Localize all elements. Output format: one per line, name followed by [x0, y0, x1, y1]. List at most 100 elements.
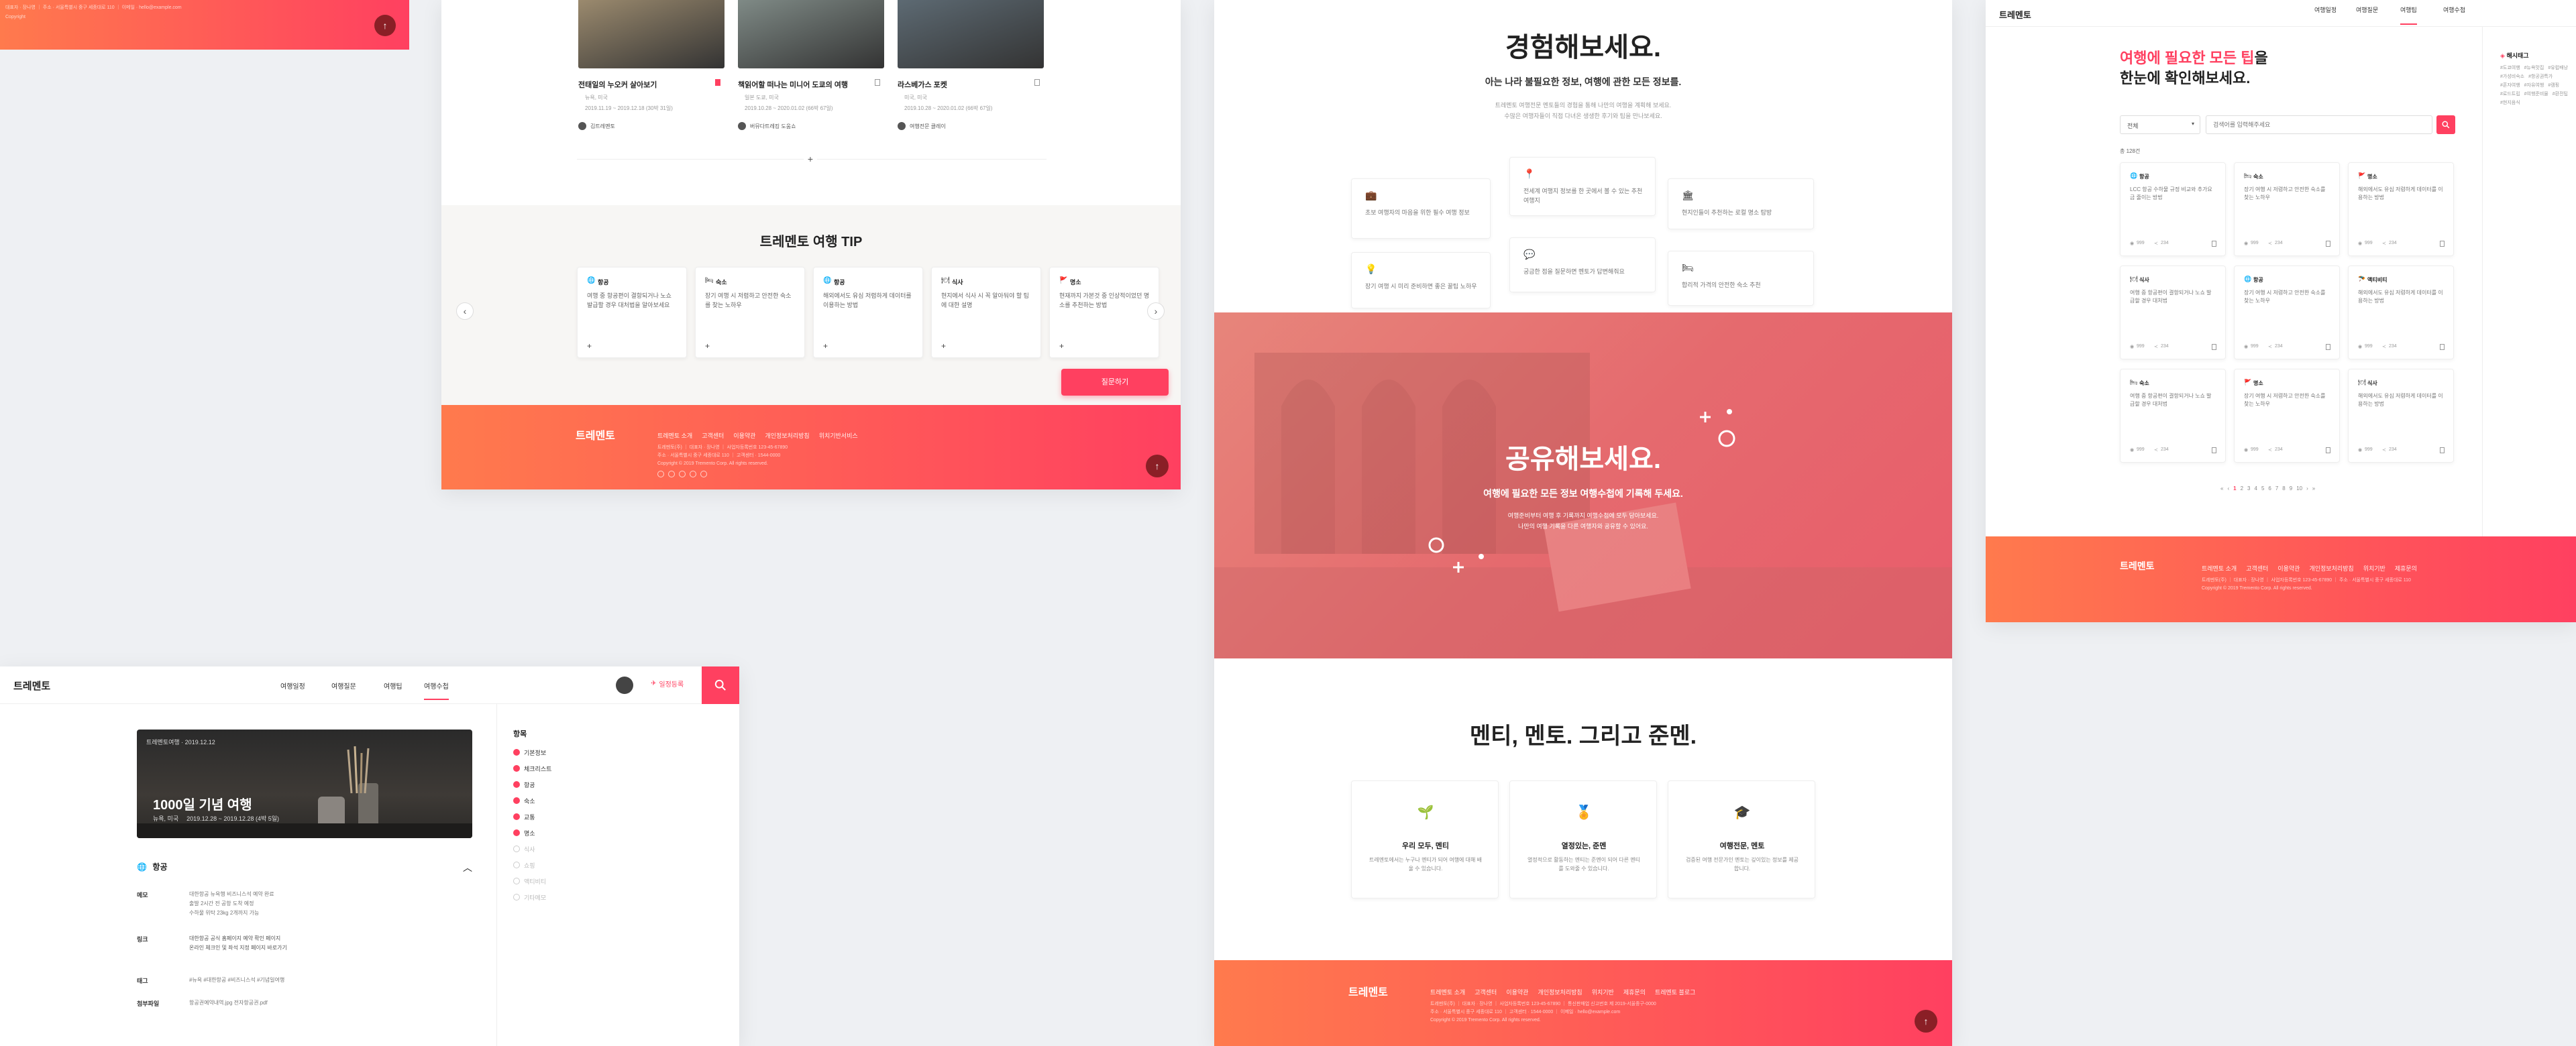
tip-card[interactable]: 🚩 명소 해외에서도 유심 저렴하게 데이터를 이용하는 방법 ◉ 999 ≺ 234	[2348, 162, 2454, 256]
toc-item[interactable]: 교통	[513, 809, 551, 825]
pagination-item[interactable]: ›	[2306, 485, 2308, 491]
hashtag-link[interactable]: #항공권특가	[2528, 73, 2553, 80]
toc-item[interactable]: 기본정보	[513, 744, 551, 760]
bookmark-icon[interactable]	[2440, 241, 2445, 247]
nav-item[interactable]: 여행수첩	[424, 681, 449, 700]
footer-link[interactable]: 이용약관	[1506, 989, 1528, 996]
question-cta-button[interactable]: 질문하기	[1061, 369, 1169, 396]
scroll-top-button[interactable]: ↑	[374, 15, 396, 36]
hashtag-link[interactable]: #도쿄여행	[2500, 64, 2520, 71]
pagination-item[interactable]: 6	[2268, 485, 2271, 491]
tip-card[interactable]: 🌐 항공 여행 중 항공편이 결항되거나 노쇼 발급할 경우 대처법을 알아보세요 +	[577, 267, 687, 358]
tip-next-button[interactable]: ›	[1147, 302, 1165, 320]
trip-author[interactable]: 버뮤다트레킹 도움쇼	[750, 123, 796, 130]
bookmark-icon[interactable]	[1034, 79, 1040, 86]
bookmark-icon[interactable]	[2440, 344, 2445, 350]
toc-item[interactable]: 숙소	[513, 793, 551, 809]
write-schedule-button[interactable]: ✈ 일정등록	[651, 679, 684, 689]
facebook-icon[interactable]	[657, 471, 664, 477]
toc-item[interactable]: 쇼핑	[513, 857, 551, 873]
footer-link[interactable]: 고객센터	[1474, 989, 1497, 996]
trip-author[interactable]: 김트레멘토	[590, 123, 615, 130]
bookmark-icon[interactable]	[2326, 241, 2330, 247]
instagram-icon[interactable]	[668, 471, 675, 477]
plus-icon[interactable]: +	[587, 341, 592, 351]
trip-title[interactable]: 전태일의 누오커 살아보기	[578, 79, 706, 90]
pagination-item[interactable]: 4	[2254, 485, 2257, 491]
tip-card[interactable]: 🚩 명소 장기 여행 시 저렴하고 안전한 숙소를 찾는 노하우 ◉ 999 ≺ 234	[2234, 369, 2340, 463]
toc-item[interactable]: 명소	[513, 825, 551, 841]
nav-item[interactable]: 여행팁	[2400, 5, 2417, 25]
bookmark-icon[interactable]	[2326, 344, 2330, 350]
detail-value[interactable]: 온라인 체크인 및 좌석 지정 페이지 바로가기	[189, 944, 287, 951]
trip-photo[interactable]	[738, 0, 884, 68]
footer-link[interactable]: 위치기반	[1592, 989, 1614, 996]
bookmark-icon[interactable]	[2212, 241, 2216, 247]
load-more-button[interactable]: +	[804, 152, 817, 166]
nav-item[interactable]: 여행질문	[331, 681, 356, 691]
tip-card[interactable]: 🍽 식사 해외에서도 유심 저렴하게 데이터를 이용하는 방법 ◉ 999 ≺ 234	[2348, 369, 2454, 463]
plus-icon[interactable]: +	[823, 341, 828, 351]
pagination-item[interactable]: ‹	[2227, 485, 2229, 491]
tip-card[interactable]: 🍽 식사 여행 중 항공편이 결항되거나 노쇼 발급할 경우 대처법 ◉ 999 ≺ 234	[2120, 266, 2226, 359]
bookmark-icon[interactable]	[715, 79, 720, 86]
detail-value[interactable]: 대한항공 공식 홈페이지 예약 확인 페이지	[189, 935, 280, 942]
tip-card[interactable]: 🚩 명소 현재까지 가본것 중 인상적이었던 명소를 추천하는 방법 +	[1049, 267, 1159, 358]
tip-card[interactable]: 🛏 숙소 장기 여행 시 저렴하고 안전한 숙소를 찾는 노하우 +	[695, 267, 805, 358]
toc-item[interactable]: 식사	[513, 841, 551, 857]
hashtag-link[interactable]: #로드트립	[2500, 91, 2520, 97]
bookmark-icon[interactable]	[2326, 447, 2330, 453]
bookmark-icon[interactable]	[2212, 344, 2216, 350]
search-input[interactable]	[2206, 115, 2432, 134]
trip-photo[interactable]	[898, 0, 1044, 68]
trip-title[interactable]: 책읽어할 떠나는 미니어 도쿄의 여행	[738, 79, 865, 90]
footer-link[interactable]: 개인정보처리방침	[2309, 565, 2353, 572]
pagination-item[interactable]: «	[2220, 485, 2223, 491]
bookmark-icon[interactable]	[2212, 447, 2216, 453]
hashtag-link[interactable]: #유럽배낭	[2548, 64, 2568, 71]
plus-icon[interactable]: +	[941, 341, 946, 351]
footer-link[interactable]: 개인정보처리방침	[765, 432, 809, 439]
tip-card[interactable]: 🌐 항공 해외에서도 유심 저렴하게 데이터를 이용하는 방법 +	[813, 267, 923, 358]
nav-item[interactable]: 여행질문	[2356, 5, 2378, 14]
bookmark-icon[interactable]	[2440, 447, 2445, 453]
pagination-item[interactable]: 10	[2296, 485, 2302, 491]
avatar[interactable]	[616, 677, 633, 694]
footer-logo[interactable]: 트레멘토	[2120, 559, 2155, 573]
footer-link[interactable]: 제휴문의	[1623, 989, 1646, 996]
trip-author[interactable]: 여행전문 클레이	[910, 123, 946, 130]
toc-item[interactable]: 기타메모	[513, 889, 551, 905]
tip-card[interactable]: 🍽 식사 현지에서 식사 시 꼭 알아둬야 할 팁에 대한 설명 +	[931, 267, 1041, 358]
tip-card[interactable]: 🛏 숙소 여행 중 항공편이 결항되거나 노쇼 발급할 경우 대처법 ◉ 999 ≺ 234	[2120, 369, 2226, 463]
tip-prev-button[interactable]: ‹	[456, 302, 474, 320]
footer-link[interactable]: 고객센터	[2246, 565, 2268, 572]
footer-link[interactable]: 고객센터	[702, 432, 724, 439]
hashtag-link[interactable]: #여행준비물	[2524, 91, 2548, 97]
hashtag-link[interactable]: #가성비숙소	[2500, 73, 2524, 80]
search-button[interactable]	[702, 666, 739, 704]
scroll-top-button[interactable]: ↑	[1146, 455, 1169, 477]
footer-link[interactable]: 위치기반서비스	[819, 432, 858, 439]
nav-item[interactable]: 여행일정	[280, 681, 305, 691]
hashtag-link[interactable]: #환전팁	[2553, 91, 2568, 97]
footer-logo[interactable]: 트레멘토	[576, 426, 615, 443]
tip-card[interactable]: 🪂 액티비티 해외에서도 유심 저렴하게 데이터를 이용하는 방법 ◉ 999 ≺ 234	[2348, 266, 2454, 359]
footer-link[interactable]: 이용약관	[2277, 565, 2300, 572]
footer-link[interactable]: 개인정보처리방침	[1538, 989, 1582, 996]
plus-icon[interactable]: +	[705, 341, 710, 351]
nav-item[interactable]: 여행일정	[2314, 5, 2337, 14]
pagination-item[interactable]: 5	[2261, 485, 2264, 491]
pagination-item[interactable]: 1	[2233, 485, 2236, 491]
bookmark-icon[interactable]	[875, 79, 880, 86]
toc-item[interactable]: 항공	[513, 776, 551, 793]
footer-link[interactable]: 트레멘토 소개	[2202, 565, 2237, 572]
pagination-item[interactable]: 9	[2290, 485, 2292, 491]
footer-link[interactable]: 트레멘토 블로그	[1655, 989, 1695, 996]
footer-link[interactable]: 트레멘토 소개	[1430, 989, 1465, 996]
pagination-item[interactable]: 8	[2282, 485, 2285, 491]
toc-item[interactable]: 액티비티	[513, 873, 551, 889]
blog-icon[interactable]	[700, 471, 707, 477]
hashtag-link[interactable]: #자유여행	[2524, 82, 2544, 89]
plus-icon[interactable]: +	[1059, 341, 1064, 351]
tip-card[interactable]: 🌐 항공 LCC 항공 수하물 규정 비교와 추가요금 줄이는 방법 ◉ 999 ≺ 234	[2120, 162, 2226, 256]
